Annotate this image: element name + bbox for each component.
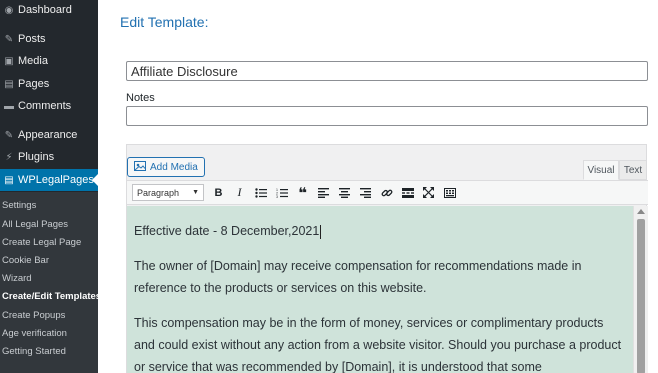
align-left-icon[interactable] (313, 183, 334, 203)
svg-text:3: 3 (276, 195, 278, 198)
editor-toolbar: Paragraph ▼ B I 123 ❝ (127, 180, 648, 205)
chevron-down-icon: ▼ (192, 189, 199, 196)
align-right-icon[interactable] (355, 183, 376, 203)
submenu-item-create-legal-page[interactable]: Create Legal Page (2, 237, 81, 248)
bullet-list-icon[interactable] (250, 183, 271, 203)
submenu-item-wizard[interactable]: Wizard (2, 273, 32, 284)
notes-label: Notes (126, 92, 155, 104)
read-more-icon[interactable] (397, 183, 418, 203)
bold-icon[interactable]: B (208, 183, 229, 203)
submenu-item-create-popups[interactable]: Create Popups (2, 310, 65, 321)
comments-icon: ▬ (4, 100, 14, 112)
add-media-button[interactable]: Add Media (127, 157, 205, 177)
page-title: Edit Template: (120, 14, 209, 30)
align-center-icon[interactable] (334, 183, 355, 203)
pages-icon: ▤ (4, 78, 14, 90)
submenu-item-getting-started[interactable]: Getting Started (2, 346, 66, 357)
sidebar-item-appearance[interactable]: ✎ Appearance (0, 124, 98, 146)
media-icon: ▣ (4, 55, 14, 67)
wysiwyg-editor: Add Media Visual Text Paragraph ▼ B I 12… (126, 144, 648, 373)
submenu-item-all-legal-pages[interactable]: All Legal Pages (2, 219, 68, 230)
template-title-input[interactable]: Affiliate Disclosure (126, 61, 648, 81)
scroll-up-arrow-icon[interactable] (637, 209, 645, 214)
sidebar-item-pages[interactable]: ▤ Pages (0, 73, 98, 95)
sidebar-item-label: Posts (18, 33, 46, 45)
fullscreen-icon[interactable] (418, 183, 439, 203)
template-title-value: Affiliate Disclosure (131, 63, 238, 79)
submenu-item-settings[interactable]: Settings (2, 200, 36, 211)
content-paragraph: Effective date - 8 December,2021 (134, 220, 625, 242)
main-content: Edit Template: Affiliate Disclosure Note… (98, 0, 658, 373)
editor-scrollbar[interactable] (633, 206, 648, 373)
sidebar-item-posts[interactable]: ✎ Posts (0, 28, 98, 50)
sidebar-item-label: Comments (18, 100, 72, 112)
sidebar-item-comments[interactable]: ▬ Comments (0, 95, 98, 117)
content-paragraph: The owner of [Domain] may receive compen… (134, 259, 582, 295)
content-paragraph: This compensation may be in the form of … (134, 316, 622, 373)
editor-content[interactable]: Effective date - 8 December,2021 The own… (127, 206, 633, 373)
text-caret (320, 224, 322, 239)
sidebar-item-dashboard[interactable]: ◉ Dashboard (0, 0, 98, 21)
appearance-icon: ✎ (4, 129, 14, 141)
admin-sidebar: ◉ Dashboard ✎ Posts ▣ Media ▤ Pages ▬ Co… (0, 0, 101, 373)
format-select[interactable]: Paragraph ▼ (132, 184, 204, 201)
scroll-thumb[interactable] (637, 219, 645, 373)
submenu-item-age-verification[interactable]: Age verification (2, 328, 67, 339)
sidebar-item-label: Dashboard (18, 4, 72, 16)
add-media-label: Add Media (150, 161, 198, 173)
sidebar-item-label: Plugins (18, 151, 55, 163)
plugins-icon: ⚡ (5, 151, 13, 163)
sidebar-item-media[interactable]: ▣ Media (0, 50, 98, 72)
sidebar-item-wplegalpages[interactable]: ▤ WPLegalPages (0, 169, 98, 191)
sidebar-item-plugins[interactable]: ⚡ Plugins (0, 146, 98, 168)
sidebar-item-label: Pages (18, 78, 50, 90)
effective-date-text: Effective date - 8 December,2021 (134, 224, 320, 238)
numbered-list-icon[interactable]: 123 (271, 183, 292, 203)
notes-input[interactable] (126, 106, 648, 126)
submenu-item-cookie-bar[interactable]: Cookie Bar (2, 255, 49, 266)
add-media-icon (134, 160, 146, 174)
blockquote-icon[interactable]: ❝ (292, 183, 313, 203)
submenu-item-create-edit-templates[interactable]: Create/Edit Templates (2, 291, 101, 302)
format-select-value: Paragraph (137, 187, 180, 198)
pin-icon: ✎ (4, 33, 14, 45)
sidebar-submenu: Settings All Legal Pages Create Legal Pa… (0, 192, 101, 373)
toolbar-toggle-icon[interactable] (439, 183, 460, 203)
link-icon[interactable] (376, 183, 397, 203)
sidebar-item-label: Media (18, 55, 48, 67)
tab-visual[interactable]: Visual (583, 160, 619, 180)
italic-icon[interactable]: I (229, 183, 250, 203)
dashboard-icon: ◉ (4, 4, 14, 16)
tab-text[interactable]: Text (619, 160, 647, 180)
wplegalpages-icon: ▤ (4, 174, 14, 186)
sidebar-item-label: Appearance (18, 129, 78, 141)
sidebar-item-label: WPLegalPages (18, 174, 94, 186)
